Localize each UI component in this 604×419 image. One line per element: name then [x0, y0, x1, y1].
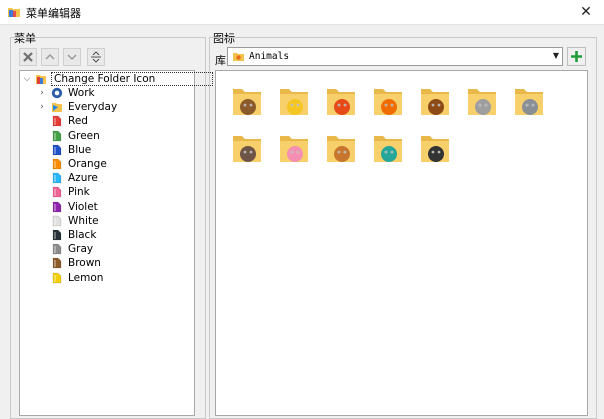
tree-item[interactable]: Orange	[20, 157, 194, 171]
tree-item-label: Green	[68, 129, 100, 142]
expand-arrow-icon[interactable]: ›	[37, 101, 47, 113]
azure-folder-icon	[52, 172, 62, 184]
add-icon-button[interactable]	[567, 47, 586, 66]
blue-folder-icon	[52, 144, 62, 156]
tree-item[interactable]: Violet	[20, 200, 194, 214]
tree-item[interactable]: Gray	[20, 242, 194, 256]
plus-icon	[571, 51, 582, 62]
icon-cell[interactable]	[373, 132, 403, 164]
tree-root-label: Change Folder Icon	[54, 73, 156, 85]
icon-cell[interactable]	[232, 132, 262, 164]
tree-item-label: Brown	[68, 257, 101, 270]
white-folder-icon	[52, 215, 62, 227]
app-folder-icon	[8, 8, 20, 17]
tree-item-label: Violet	[68, 200, 98, 213]
icon-cell[interactable]	[420, 132, 450, 164]
everyday-folder-icon	[52, 103, 62, 113]
dog-folder-icon	[233, 89, 261, 115]
tree-item[interactable]: › Everyday	[20, 100, 194, 114]
tree-item-label: Work	[68, 87, 95, 99]
icon-cell[interactable]	[279, 132, 309, 164]
icon-cell[interactable]	[420, 85, 450, 117]
tree-item[interactable]: Azure	[20, 171, 194, 185]
separator-button[interactable]	[87, 48, 105, 66]
chevron-down-icon	[67, 54, 77, 61]
tree-item-label: Red	[68, 115, 88, 128]
library-label: 库	[215, 54, 226, 67]
tree-item[interactable]: Green	[20, 129, 194, 143]
brown-folder-icon	[52, 258, 62, 269]
dropdown-arrow-icon: ▼	[552, 51, 559, 60]
window-title: 菜单编辑器	[26, 7, 81, 20]
icon-cell[interactable]	[373, 85, 403, 117]
cow-folder-icon	[233, 136, 261, 162]
collapse-arrow-icon[interactable]: ⌵	[22, 73, 32, 85]
crab-folder-icon	[327, 89, 355, 115]
tree-item-label: Blue	[68, 143, 92, 156]
tree-item[interactable]: Blue	[20, 143, 194, 157]
koala-folder-icon	[515, 89, 543, 115]
move-down-button[interactable]	[63, 48, 81, 66]
tree-item-label: Orange	[68, 158, 107, 170]
delete-button[interactable]	[19, 48, 37, 66]
library-folder-icon	[233, 53, 244, 61]
tree-item[interactable]: › Work	[20, 86, 194, 100]
menu-tree[interactable]: ⌵ Change Folder Icon › Work › Everyday Red Gr…	[19, 70, 213, 416]
zebra-folder-icon	[421, 136, 449, 162]
icon-cell[interactable]	[279, 85, 309, 117]
expand-arrow-icon[interactable]: ›	[37, 87, 47, 99]
green-folder-icon	[52, 130, 62, 141]
close-icon: ✕	[580, 4, 592, 20]
tree-item[interactable]: Lemon	[20, 271, 194, 285]
fox-folder-icon	[374, 89, 402, 115]
chick-folder-icon	[280, 89, 308, 115]
tree-item-label: Azure	[68, 172, 98, 185]
tree-item[interactable]: Red	[20, 114, 194, 128]
lemon-folder-icon	[52, 272, 62, 283]
icon-cell[interactable]	[326, 132, 356, 164]
icon-cell[interactable]	[514, 85, 544, 117]
work-circle-icon	[51, 87, 63, 99]
separator-icon	[91, 51, 101, 63]
tree-item-label: Gray	[68, 243, 94, 256]
move-up-button[interactable]	[41, 48, 59, 66]
title-bar: 菜单编辑器 ✕	[0, 0, 604, 25]
squirrel-folder-icon	[327, 136, 355, 162]
tree-item-label: Black	[68, 229, 97, 241]
library-select[interactable]: Animals ▼	[227, 47, 563, 66]
tree-item-label: Pink	[68, 186, 90, 199]
change-folder-icon	[36, 75, 46, 84]
chevron-up-icon	[45, 53, 55, 60]
pig-folder-icon	[280, 136, 308, 162]
hippo-folder-icon	[468, 89, 496, 115]
bird-folder-icon	[374, 136, 402, 162]
tree-item[interactable]: Brown	[20, 256, 194, 270]
gray-folder-icon	[52, 243, 62, 255]
black-folder-icon	[52, 229, 62, 241]
icon-cell[interactable]	[326, 85, 356, 117]
violet-folder-icon	[52, 201, 62, 212]
tree-item-label: Lemon	[68, 271, 104, 284]
tree-item[interactable]: White	[20, 214, 194, 228]
delete-x-icon	[23, 52, 33, 62]
icon-cell[interactable]	[232, 85, 262, 117]
tree-item[interactable]: Pink	[20, 185, 194, 199]
red-folder-icon	[52, 116, 62, 127]
library-selected-value: Animals	[249, 51, 290, 62]
tree-root-row[interactable]: ⌵ Change Folder Icon	[20, 72, 213, 86]
orange-folder-icon	[52, 158, 62, 170]
close-button[interactable]: ✕	[568, 0, 604, 24]
icon-grid[interactable]	[215, 70, 588, 416]
tree-item-label: Everyday	[68, 101, 118, 114]
icon-cell[interactable]	[467, 85, 497, 117]
tree-item-label: White	[68, 214, 99, 227]
tree-item[interactable]: Black	[20, 228, 194, 242]
lion-folder-icon	[421, 89, 449, 115]
pink-folder-icon	[52, 187, 62, 198]
